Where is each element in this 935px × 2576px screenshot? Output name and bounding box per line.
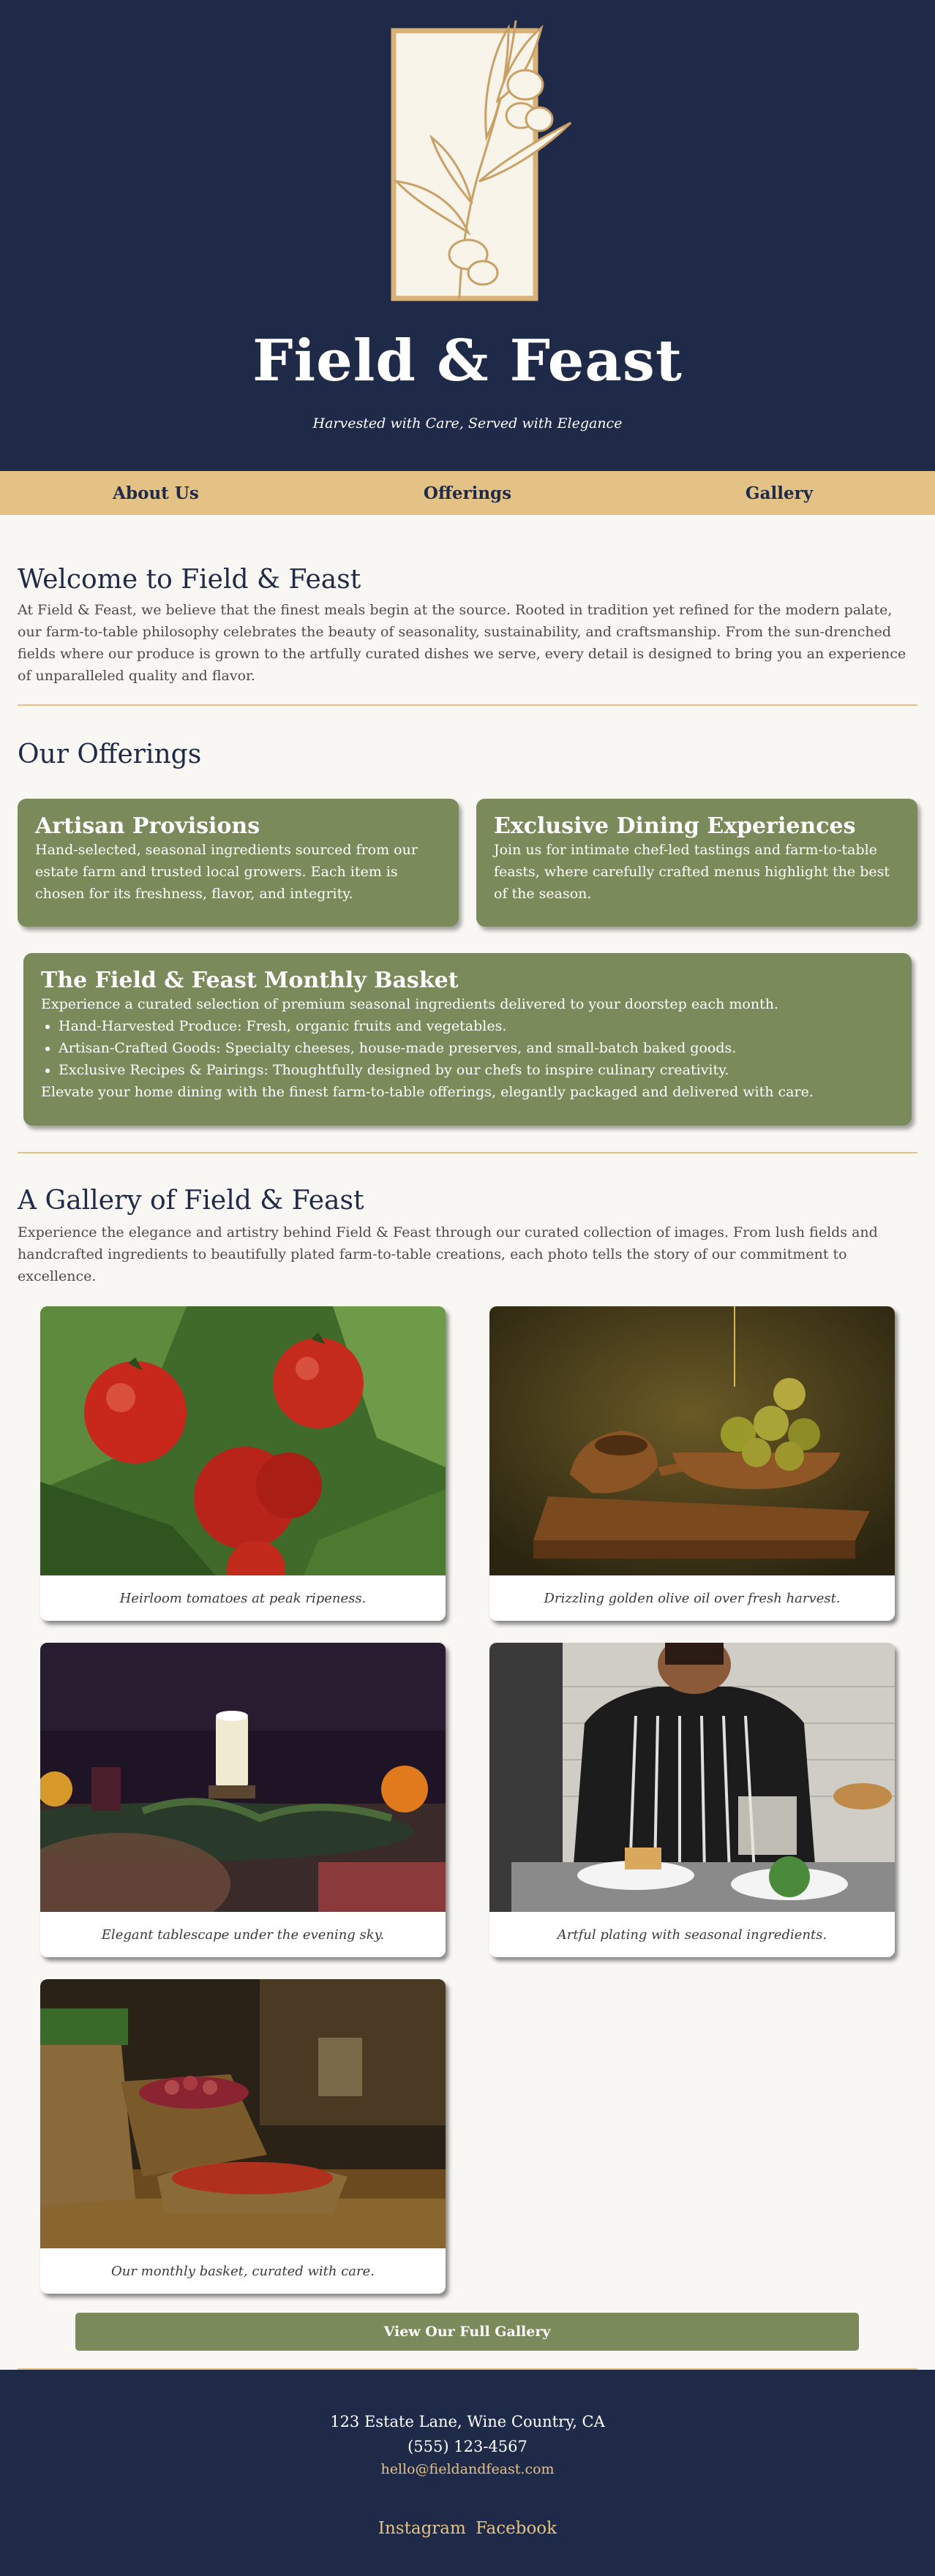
basket-item: Exclusive Recipes & Pairings: Thoughtful… [59,1059,894,1081]
tomatoes-photo [40,1306,446,1575]
section-divider [18,1152,917,1153]
main-nav: About Us Offerings Gallery [0,471,935,515]
offering-cards: Artisan Provisions Hand-selected, season… [18,799,917,927]
nav-offerings[interactable]: Offerings [312,483,623,503]
gallery-intro: Experience the elegance and artistry beh… [18,1224,878,1284]
hero-header: Field & Feast Harvested with Care, Serve… [0,0,935,471]
basket-title: The Field & Feast Monthly Basket [41,968,459,993]
olive-oil-photo [489,1306,895,1575]
footer-social-links: Instagram Facebook [0,2519,935,2538]
footer-email[interactable]: hello@fieldandfeast.com [0,2459,935,2479]
gallery-caption: Our monthly basket, curated with care. [110,2263,375,2279]
offerings-section: Our Offerings Artisan Provisions Hand-se… [18,739,917,1153]
offering-card-dining-experiences: Exclusive Dining Experiences Join us for… [476,799,917,927]
footer-phone: (555) 123-4567 [408,2438,527,2455]
gallery-item[interactable]: Artful plating with seasonal ingredients… [489,1643,895,1957]
gallery-caption: Artful plating with seasonal ingredients… [557,1927,827,1943]
offering-card-title: Artisan Provisions [35,813,260,839]
site-footer: 123 Estate Lane, Wine Country, CA (555) … [0,2370,935,2576]
monthly-basket-card: The Field & Feast Monthly Basket Experie… [23,953,912,1126]
basket-item: Artisan-Crafted Goods: Specialty cheeses… [59,1037,894,1059]
basket-photo [40,1979,446,2248]
basket-item: Hand-Harvested Produce: Fresh, organic f… [59,1015,894,1037]
facebook-link[interactable]: Facebook [476,2519,557,2538]
tablescape-photo [40,1643,446,1912]
basket-outro: Elevate your home dining with the finest… [41,1084,814,1100]
welcome-title: Welcome to Field & Feast [18,565,361,595]
footer-address: 123 Estate Lane, Wine Country, CA [330,2413,605,2430]
section-divider [18,704,917,706]
offerings-title: Our Offerings [18,739,202,769]
offering-card-body: Hand-selected, seasonal ingredients sour… [35,842,418,902]
site-tagline: Harvested with Care, Served with Eleganc… [312,415,623,432]
gallery-title: A Gallery of Field & Feast [18,1186,364,1216]
gallery-section: A Gallery of Field & Feast Experience th… [18,1186,917,2370]
offering-card-title: Exclusive Dining Experiences [494,813,856,839]
gallery-item[interactable]: Heirloom tomatoes at peak ripeness. [40,1306,446,1621]
site-title: Field & Feast [252,328,683,394]
olive-branch-logo [358,13,578,306]
gallery-caption: Elegant tablescape under the evening sky… [101,1927,385,1943]
offering-card-body: Join us for intimate chef-led tastings a… [494,842,890,902]
gallery-item[interactable]: Our monthly basket, curated with care. [40,1979,446,2294]
offering-card-artisan-provisions: Artisan Provisions Hand-selected, season… [18,799,459,927]
welcome-section: Welcome to Field & Feast At Field & Feas… [18,515,917,706]
view-full-gallery-button[interactable]: View Our Full Gallery [75,2313,859,2351]
nav-gallery[interactable]: Gallery [623,483,935,503]
nav-about-us[interactable]: About Us [0,483,312,503]
chef-plating-photo [489,1643,895,1912]
basket-intro: Experience a curated selection of premiu… [41,996,778,1012]
gallery-caption: Heirloom tomatoes at peak ripeness. [119,1590,367,1606]
main-content: Welcome to Field & Feast At Field & Feas… [0,515,935,2370]
gallery-grid: Heirloom tomatoes at peak ripeness. Driz… [40,1306,917,2294]
basket-items: Hand-Harvested Produce: Fresh, organic f… [41,1015,894,1081]
gallery-item[interactable]: Drizzling golden olive oil over fresh ha… [489,1306,895,1621]
instagram-link[interactable]: Instagram [378,2519,466,2538]
gallery-item[interactable]: Elegant tablescape under the evening sky… [40,1643,446,1957]
gallery-caption: Drizzling golden olive oil over fresh ha… [544,1590,841,1606]
welcome-body: At Field & Feast, we believe that the fi… [18,602,906,684]
